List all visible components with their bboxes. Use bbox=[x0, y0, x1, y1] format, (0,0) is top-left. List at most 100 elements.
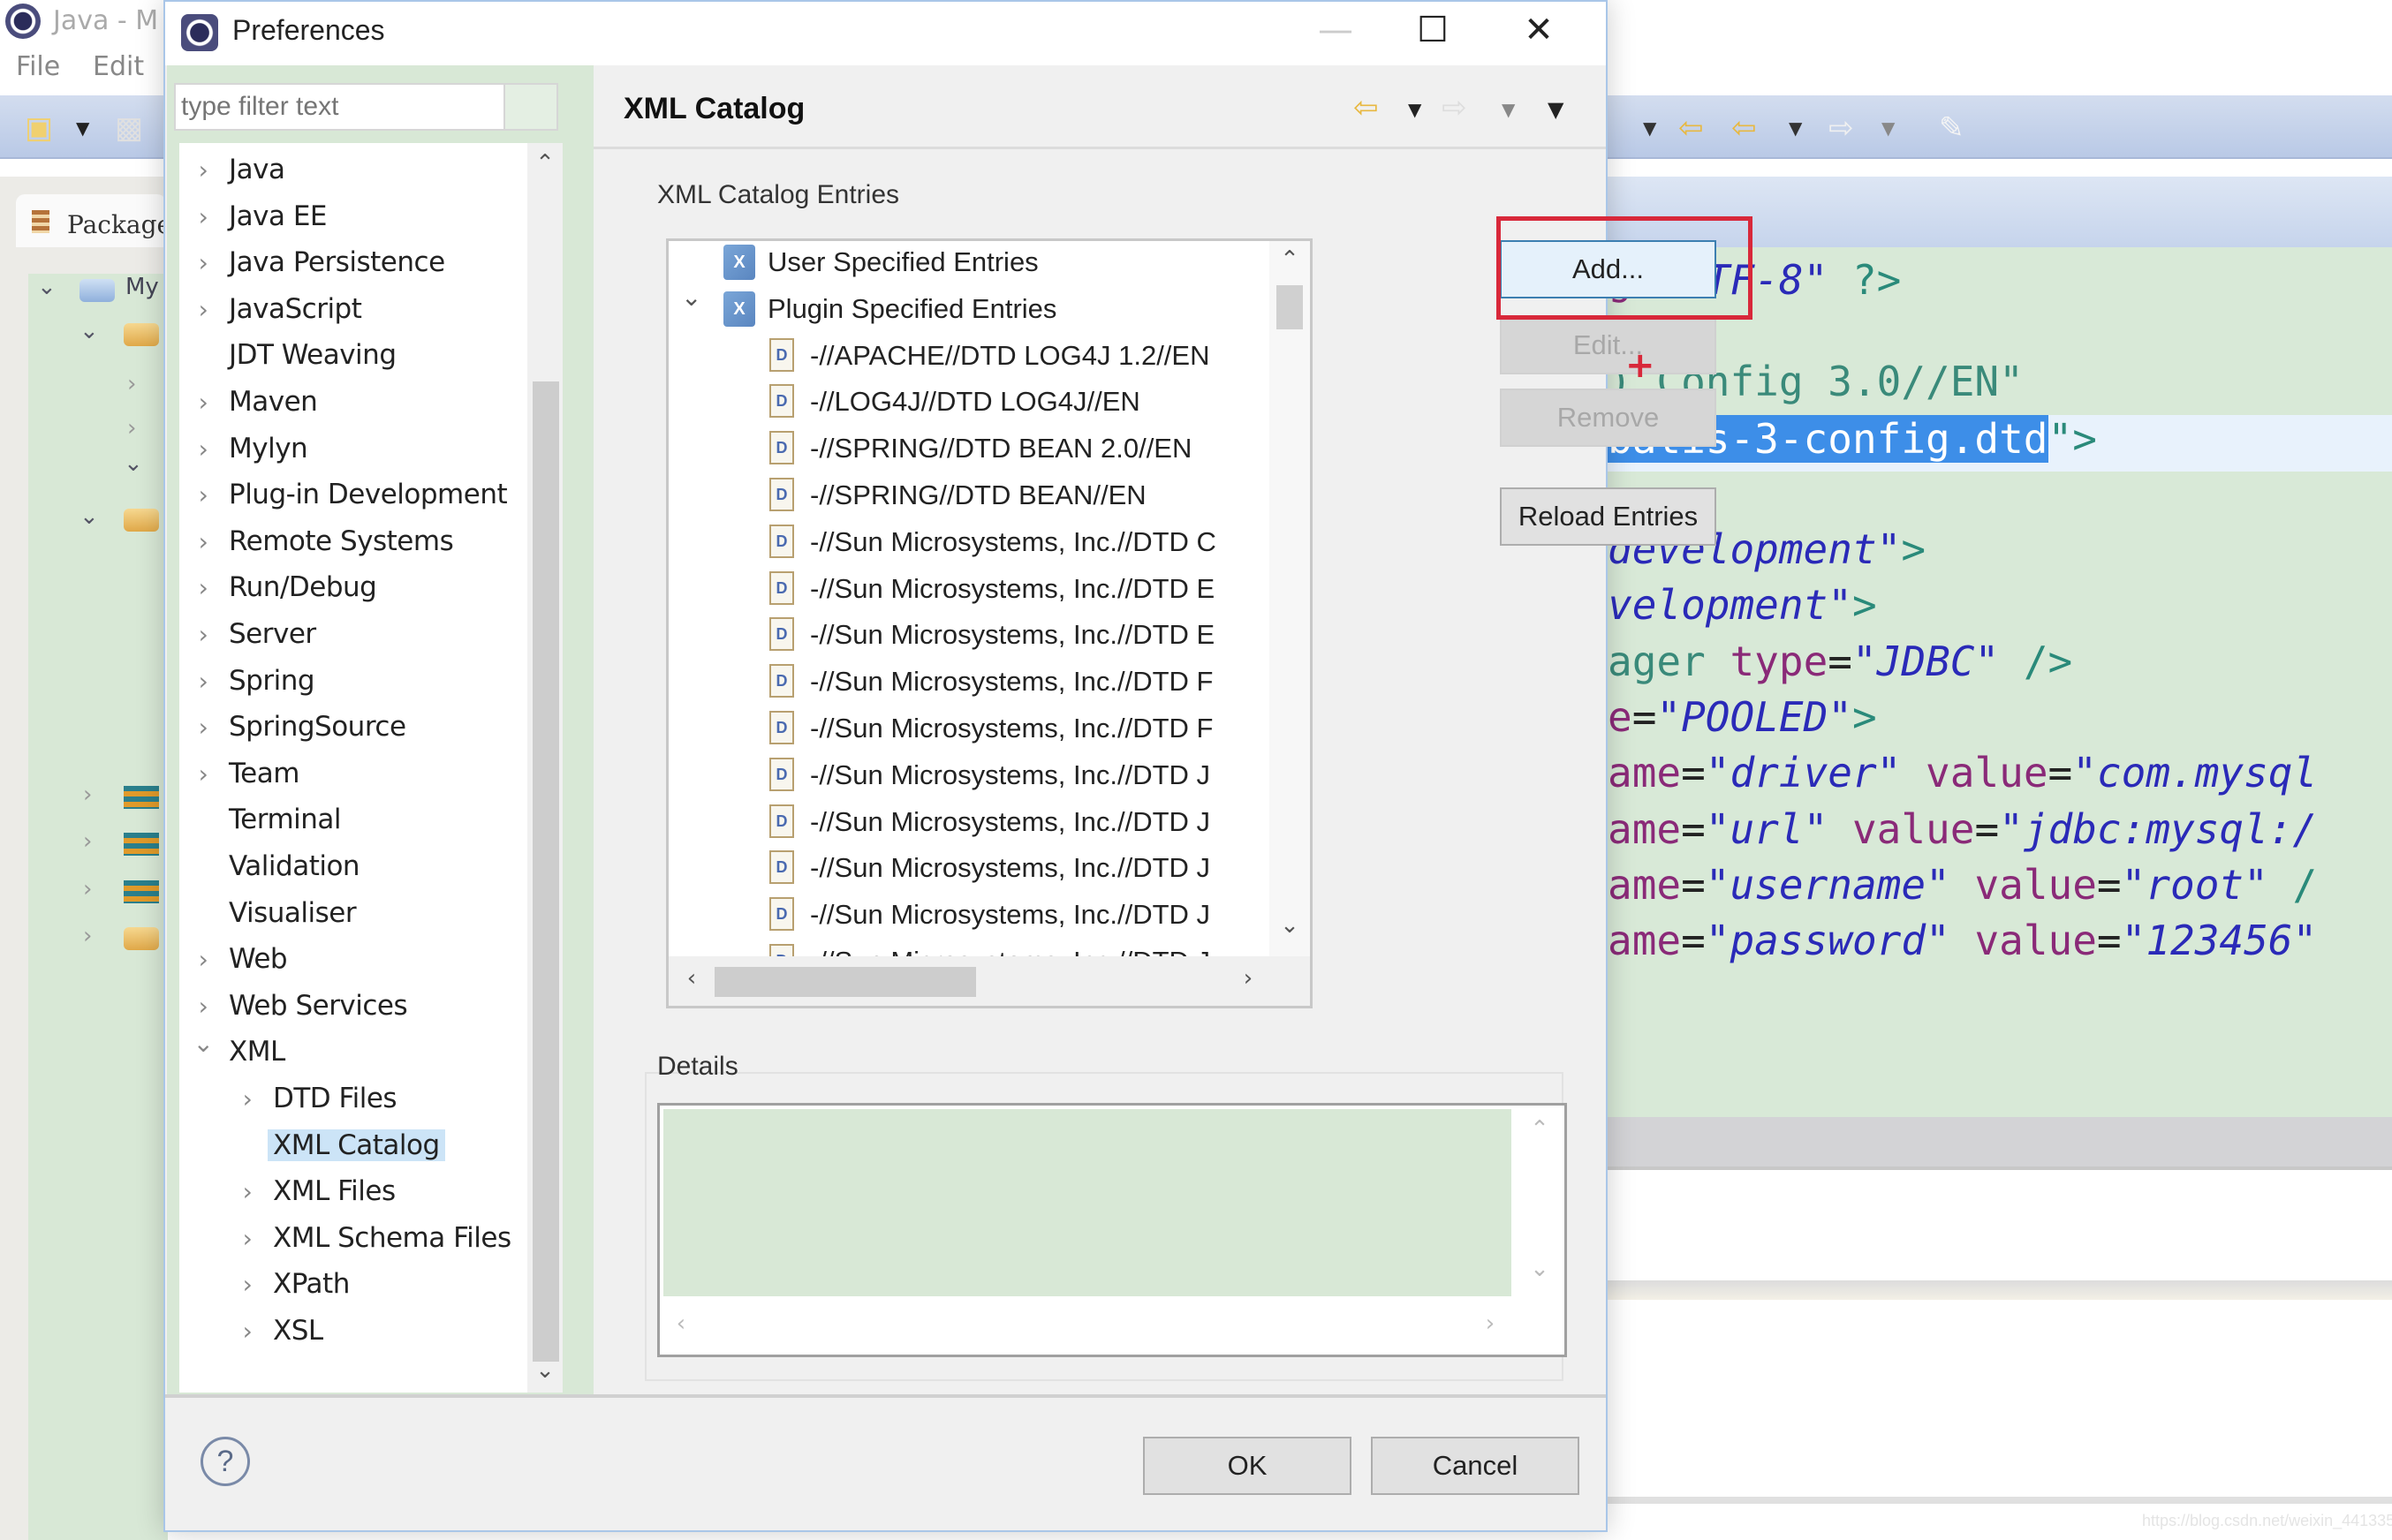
chevron-right-icon[interactable]: › bbox=[190, 573, 216, 602]
catalog-entry-item[interactable]: D -//Sun Microsystems, Inc.//DTD J bbox=[669, 754, 1269, 798]
reload-entries-button[interactable]: Reload Entries bbox=[1500, 487, 1716, 546]
scroll-right-icon[interactable]: › bbox=[1472, 1310, 1508, 1337]
catalog-entry-item[interactable]: D -//Sun Microsystems, Inc.//DTD F bbox=[669, 707, 1269, 751]
chevron-right-icon[interactable]: › bbox=[234, 1270, 261, 1299]
pin-icon[interactable]: ✎ bbox=[1939, 113, 1964, 143]
chevron-down-icon[interactable]: ⌄ bbox=[681, 283, 701, 312]
catalog-entry-item[interactable]: D -//APACHE//DTD LOG4J 1.2//EN bbox=[669, 335, 1269, 379]
dropdown-icon[interactable]: ▼ bbox=[1881, 113, 1895, 143]
chevron-right-icon[interactable]: › bbox=[83, 828, 92, 855]
catalog-entry-item[interactable]: D -//Sun Microsystems, Inc.//DTD J bbox=[669, 801, 1269, 845]
chevron-right-icon[interactable]: › bbox=[190, 155, 216, 185]
forward-arrow-icon[interactable]: ⇨ bbox=[1442, 90, 1467, 125]
entries-vertical-scrollbar[interactable]: ⌃ ⌄ bbox=[1269, 241, 1310, 956]
dropdown-icon[interactable]: ▼ bbox=[1643, 113, 1656, 143]
scrollbar-thumb[interactable] bbox=[1276, 285, 1303, 329]
catalog-entry-item[interactable]: D -//Sun Microsystems, Inc.//DTD F bbox=[669, 661, 1269, 705]
details-text[interactable] bbox=[663, 1109, 1511, 1296]
catalog-entry-item[interactable]: D -//Sun Microsystems, Inc.//DTD E bbox=[669, 568, 1269, 612]
cancel-button[interactable]: Cancel bbox=[1371, 1437, 1579, 1495]
view-menu-icon[interactable]: ▼ bbox=[1548, 97, 1563, 122]
minimize-button[interactable]: — bbox=[1287, 2, 1384, 58]
scroll-right-icon[interactable]: › bbox=[1230, 965, 1266, 992]
chevron-right-icon[interactable]: › bbox=[234, 1317, 261, 1346]
chevron-right-icon[interactable]: › bbox=[83, 923, 92, 949]
catalog-entry-item[interactable]: D -//Sun Microsystems, Inc.//DTD J bbox=[669, 940, 1269, 956]
editor-horizontal-scrollbar[interactable] bbox=[1608, 1117, 2392, 1170]
scrollbar-thumb[interactable] bbox=[715, 967, 976, 997]
back-arrow-icon[interactable]: ⇦ bbox=[1353, 90, 1379, 125]
dropdown-icon[interactable]: ▼ bbox=[76, 113, 89, 143]
menu-file[interactable]: File bbox=[16, 51, 60, 82]
forward-icon[interactable]: ⇨ bbox=[1828, 113, 1854, 143]
chevron-right-icon[interactable]: › bbox=[190, 620, 216, 649]
catalog-entry-item[interactable]: D -//SPRING//DTD BEAN 2.0//EN bbox=[669, 427, 1269, 472]
chevron-right-icon[interactable]: › bbox=[83, 876, 92, 902]
chevron-right-icon[interactable]: › bbox=[190, 667, 216, 696]
forward-dropdown-icon[interactable]: ▼ bbox=[1502, 99, 1515, 120]
back-icon[interactable]: ⇦ bbox=[1731, 113, 1757, 143]
menu-edit[interactable]: Edit bbox=[93, 51, 144, 82]
scroll-down-icon[interactable]: ⌄ bbox=[1522, 1256, 1557, 1282]
chevron-right-icon[interactable]: › bbox=[190, 527, 216, 556]
catalog-group-item[interactable]: ⌄ X Plugin Specified Entries bbox=[669, 283, 1269, 332]
save-icon[interactable]: ▩ bbox=[115, 113, 143, 143]
scroll-left-icon[interactable]: ‹ bbox=[663, 1310, 699, 1337]
ok-button[interactable]: OK bbox=[1143, 1437, 1351, 1495]
remove-button[interactable]: Remove bbox=[1500, 389, 1716, 447]
scroll-left-icon[interactable]: ‹ bbox=[674, 965, 709, 992]
scrollbar-thumb[interactable] bbox=[533, 381, 559, 1362]
chevron-right-icon[interactable]: › bbox=[190, 759, 216, 789]
chevron-right-icon[interactable]: › bbox=[190, 202, 216, 231]
chevron-right-icon[interactable]: › bbox=[190, 713, 216, 742]
project-label[interactable]: My bbox=[125, 274, 159, 309]
edit-button[interactable]: Edit... bbox=[1500, 316, 1716, 374]
catalog-entry-item[interactable]: D -//Sun Microsystems, Inc.//DTD J bbox=[669, 894, 1269, 938]
entries-horizontal-scrollbar[interactable]: ‹ › bbox=[669, 956, 1310, 1006]
chevron-down-icon[interactable]: ⌄ bbox=[124, 450, 143, 477]
chevron-right-icon[interactable]: › bbox=[234, 1084, 261, 1113]
scroll-down-icon[interactable]: ⌄ bbox=[527, 1357, 563, 1384]
xml-editor[interactable]: g="UTF-8" ?>) Config 3.0//EN"batis-3-con… bbox=[1608, 247, 2392, 1117]
chevron-right-icon[interactable]: › bbox=[190, 992, 216, 1021]
new-icon[interactable]: ▣ bbox=[25, 113, 53, 143]
scroll-up-icon[interactable]: ⌃ bbox=[1272, 246, 1307, 273]
tree-vertical-scrollbar[interactable]: ⌃ ⌄ bbox=[527, 143, 563, 1393]
sash[interactable] bbox=[587, 65, 594, 1394]
scroll-up-icon[interactable]: ⌃ bbox=[527, 150, 563, 177]
scroll-down-icon[interactable]: ⌄ bbox=[1272, 912, 1307, 939]
chevron-right-icon[interactable]: › bbox=[190, 388, 216, 417]
details-horizontal-scrollbar[interactable]: ‹ › bbox=[660, 1302, 1564, 1353]
catalog-entry-item[interactable]: D -//Sun Microsystems, Inc.//DTD C bbox=[669, 521, 1269, 565]
chevron-down-icon[interactable]: ⌄ bbox=[190, 1029, 216, 1058]
chevron-right-icon[interactable]: › bbox=[234, 1177, 261, 1206]
chevron-right-icon[interactable]: › bbox=[190, 434, 216, 464]
chevron-down-icon[interactable]: ⌄ bbox=[79, 318, 99, 344]
dialog-titlebar[interactable]: Preferences — ☐ ✕ bbox=[165, 2, 1606, 65]
dropdown-icon[interactable]: ▼ bbox=[1789, 113, 1802, 143]
catalog-group-item[interactable]: X User Specified Entries bbox=[669, 241, 1269, 285]
catalog-entry-item[interactable]: D -//Sun Microsystems, Inc.//DTD J bbox=[669, 847, 1269, 891]
chevron-right-icon[interactable]: › bbox=[190, 480, 216, 510]
last-edit-icon[interactable]: ⇦ bbox=[1678, 113, 1704, 143]
catalog-entry-item[interactable]: D -//LOG4J//DTD LOG4J//EN bbox=[669, 381, 1269, 425]
catalog-entry-item[interactable]: D -//SPRING//DTD BEAN//EN bbox=[669, 474, 1269, 518]
scroll-up-icon[interactable]: ⌃ bbox=[1522, 1116, 1557, 1143]
chevron-right-icon[interactable]: › bbox=[234, 1224, 261, 1253]
details-vertical-scrollbar[interactable]: ⌃ ⌄ bbox=[1513, 1106, 1564, 1300]
package-explorer-tab[interactable]: Package bbox=[16, 194, 166, 247]
chevron-right-icon[interactable]: › bbox=[190, 248, 216, 277]
chevron-right-icon[interactable]: › bbox=[127, 371, 136, 397]
filter-clear-button[interactable] bbox=[505, 83, 558, 131]
chevron-right-icon[interactable]: › bbox=[190, 945, 216, 974]
chevron-down-icon[interactable]: ⌄ bbox=[37, 274, 57, 300]
close-button[interactable]: ✕ bbox=[1490, 2, 1587, 58]
filter-input[interactable] bbox=[174, 83, 505, 131]
chevron-down-icon[interactable]: ⌄ bbox=[79, 503, 99, 530]
help-button[interactable]: ? bbox=[201, 1437, 250, 1486]
chevron-right-icon[interactable]: › bbox=[127, 415, 136, 442]
chevron-right-icon[interactable]: › bbox=[83, 781, 92, 808]
catalog-entry-item[interactable]: D -//Sun Microsystems, Inc.//DTD E bbox=[669, 614, 1269, 658]
maximize-button[interactable]: ☐ bbox=[1384, 2, 1481, 58]
back-dropdown-icon[interactable]: ▼ bbox=[1408, 99, 1421, 120]
